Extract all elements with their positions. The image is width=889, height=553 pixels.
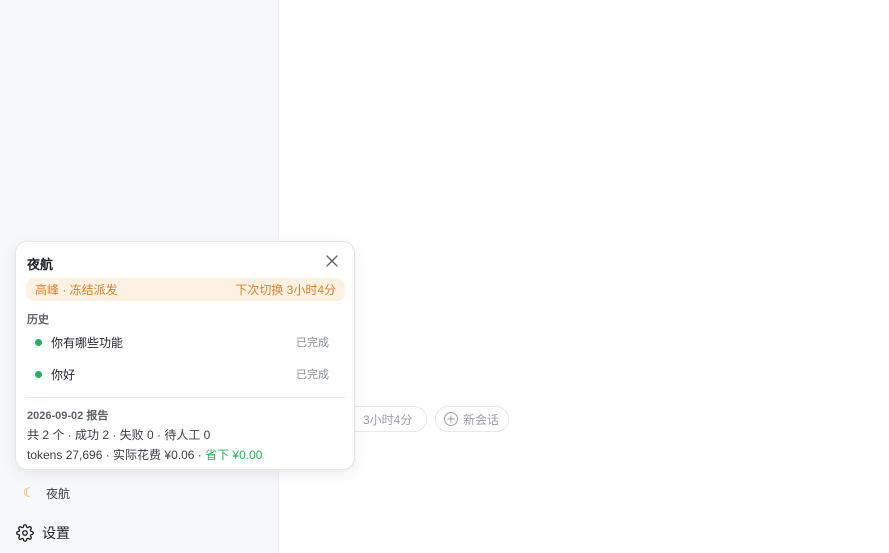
nightflight-popup: 夜航 高峰 · 冻结派发 下次切换 3小时4分 历史 你有哪些功能 已完成 你好… [15, 241, 355, 470]
list-item[interactable]: 你好 已完成 [26, 360, 345, 388]
status-dot-icon [35, 370, 42, 378]
status-dot-icon [35, 338, 42, 346]
popup-title: 夜航 [27, 257, 54, 272]
sidebar-item-label: 夜航 [46, 486, 71, 501]
history-heading: 历史 [27, 314, 49, 326]
history-item-status: 已完成 [296, 369, 329, 381]
report-cost: tokens 27,696 · 实际花费 ¥0.06 · 省下 ¥0.00 [27, 446, 262, 463]
gear-icon [16, 524, 34, 542]
list-item[interactable]: 你有哪些功能 已完成 [26, 328, 345, 356]
report-summary: 共 2 个 · 成功 2 · 失败 0 · 待人工 0 [27, 428, 211, 442]
report-cost-text: tokens 27,696 · 实际花费 ¥0.06 · [27, 448, 206, 462]
status-mode: 高峰 · 冻结派发 [35, 283, 118, 297]
plus-circle-icon [444, 412, 458, 426]
close-icon[interactable] [324, 253, 340, 269]
history-item-text: 你好 [51, 367, 76, 382]
report-heading: 2026-09-02 报告 [27, 410, 109, 422]
divider [26, 397, 345, 398]
new-chat-label: 新会话 [463, 412, 500, 427]
status-banner: 高峰 · 冻结派发 下次切换 3小时4分 [26, 278, 345, 301]
history-item-text: 你有哪些功能 [51, 335, 124, 350]
sidebar-item-nightflight[interactable]: ☾ 夜航 [22, 482, 70, 504]
main-area [279, 0, 889, 553]
report-saved: 省下 ¥0.00 [205, 448, 263, 462]
history-item-status: 已完成 [296, 337, 329, 349]
sidebar-item-settings[interactable]: 设置 [16, 522, 70, 544]
moon-icon: ☾ [23, 485, 35, 500]
status-next-switch: 下次切换 3小时4分 [235, 283, 336, 297]
new-chat-button[interactable]: 新会话 [435, 406, 509, 432]
sidebar-item-label: 设置 [42, 525, 70, 541]
timer-label: 3小时4分 [363, 412, 413, 427]
